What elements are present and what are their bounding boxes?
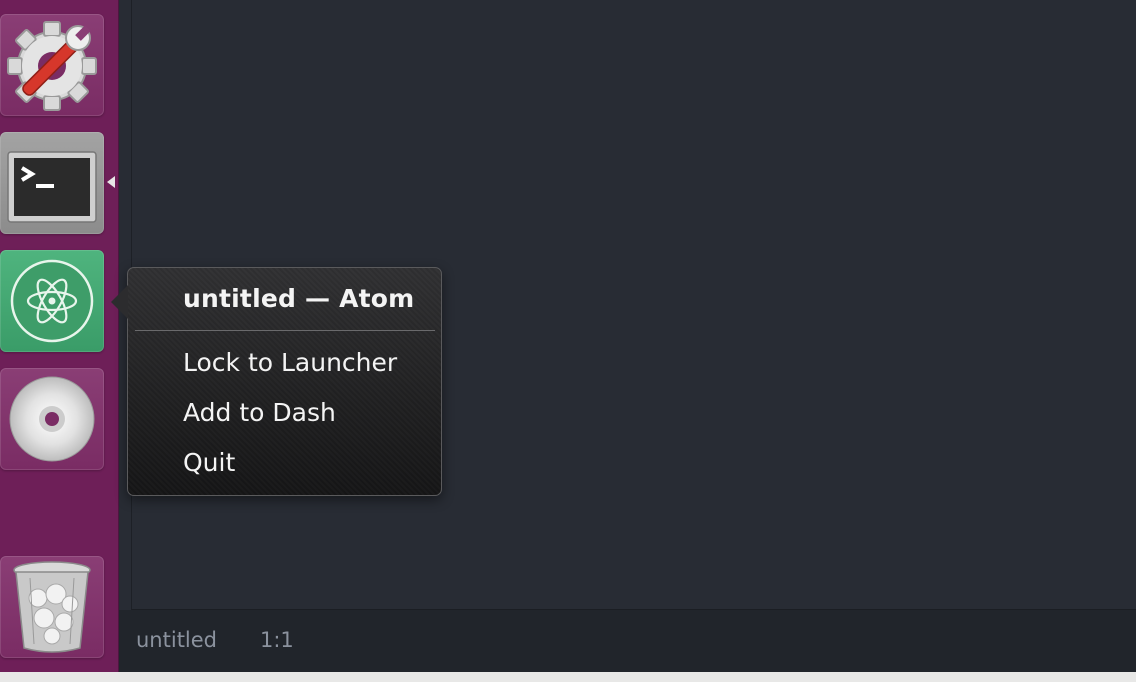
quicklist-item-add-to-dash[interactable]: Add to Dash [183,398,336,427]
quicklist-item-lock-to-launcher[interactable]: Lock to Launcher [183,348,397,377]
launcher-item-settings[interactable] [0,14,104,116]
quicklist-pointer [111,285,128,319]
status-bar: untitled 1:1 [119,610,1136,672]
running-indicator [107,176,115,188]
settings-gear-wrench-icon [7,21,97,111]
quicklist-title[interactable]: untitled — Atom [183,284,414,313]
quicklist-separator [135,330,435,331]
launcher-quicklist: untitled — Atom Lock to Launcher Add to … [111,267,442,496]
status-file-name[interactable]: untitled [136,628,217,652]
launcher [0,0,119,672]
terminal-icon [7,151,97,223]
bottom-edge [0,672,1136,682]
trash-icon [13,561,91,653]
launcher-item-atom[interactable] [0,250,104,352]
screen: untitled 1:1 untitled — Atom Lock to Lau… [0,0,1136,682]
quicklist-item-quit[interactable]: Quit [183,448,235,477]
atom-icon [10,259,94,343]
disc-icon [9,376,95,462]
launcher-item-trash[interactable] [0,556,104,658]
status-cursor-position[interactable]: 1:1 [260,628,294,652]
launcher-item-disc[interactable] [0,368,104,470]
launcher-item-terminal[interactable] [0,132,104,234]
